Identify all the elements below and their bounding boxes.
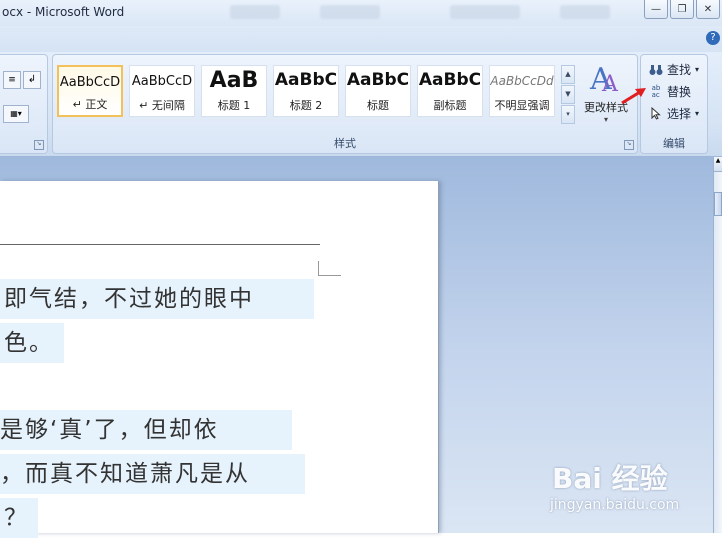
scrollbar-thumb[interactable]	[714, 192, 722, 216]
title-bar: ocx - Microsoft Word — ❐ ✕	[0, 0, 722, 27]
blurred-taskbar-item	[560, 5, 610, 19]
replace-icon: ab ac	[651, 83, 661, 99]
styles-gallery-scroll: ▲ ▼ ▾	[561, 65, 575, 124]
paragraph-mark-icon[interactable]: ↲	[23, 71, 41, 89]
borders-icon[interactable]: ▦▾	[3, 105, 29, 123]
chevron-up-icon: ▲	[565, 70, 571, 78]
style-sample: AaBbCcD	[131, 74, 193, 89]
style-sample: AaBbCcDd	[490, 74, 554, 88]
style-title[interactable]: AaBbC 标题	[345, 65, 411, 117]
help-icon[interactable]: ?	[706, 31, 720, 45]
style-heading-2[interactable]: AaBbC 标题 2	[273, 65, 339, 117]
styles-dialog-launcher-icon[interactable]: ↘	[624, 140, 634, 150]
style-name: 标题 2	[289, 99, 323, 112]
styles-group: AaBbCcD ↵ 正文 AaBbCcD ↵ 无间隔 AaB 标题 1 AaBb…	[52, 54, 638, 154]
scroll-up-button[interactable]: ▲	[714, 157, 722, 172]
header-rule	[0, 244, 320, 245]
dropdown-arrow-icon: ▾	[603, 115, 608, 124]
style-name: ↵ 正文	[72, 98, 108, 111]
dropdown-arrow-icon: ▾	[695, 65, 700, 74]
document-line: 即气结，不过她的眼中	[0, 279, 314, 319]
minimize-button[interactable]: —	[644, 0, 668, 19]
margin-corner-mark	[318, 261, 341, 276]
replace-button[interactable]: ab ac 替换	[649, 83, 691, 100]
gallery-up-button[interactable]: ▲	[561, 65, 575, 84]
paragraph-group: ≡ ↲ ▦▾ ↘	[0, 54, 48, 154]
select-label: 选择	[667, 107, 692, 121]
style-name: 副标题	[433, 99, 467, 112]
close-icon: ✕	[703, 3, 713, 15]
document-line: 是够‘真’了，但却依	[0, 410, 292, 450]
style-sample: AaBbC	[418, 70, 482, 90]
style-subtle-emphasis[interactable]: AaBbCcDd 不明显强调	[489, 65, 555, 117]
chevron-down-icon: ▼	[565, 90, 571, 98]
close-button[interactable]: ✕	[696, 0, 720, 19]
cursor-arrow-icon	[649, 107, 663, 121]
style-name: ↵ 无间隔	[139, 99, 185, 112]
annotation-arrow-icon	[621, 88, 646, 105]
editing-group: 查找 ▾ ab ac 替换 选择 ▾ 编辑	[640, 54, 708, 154]
dropdown-arrow-icon: ▾	[695, 109, 700, 118]
svg-text:A: A	[601, 72, 619, 95]
style-sample: AaB	[209, 68, 259, 93]
style-subtitle[interactable]: AaBbC 副标题	[417, 65, 483, 117]
gallery-down-button[interactable]: ▼	[561, 85, 575, 104]
watermark-url: jingyan.baidu.com	[550, 497, 680, 513]
style-name: 标题 1	[217, 99, 251, 112]
style-normal[interactable]: AaBbCcD ↵ 正文	[57, 65, 123, 117]
blurred-taskbar-item	[450, 5, 520, 19]
document-line: ，而真不知道萧凡是从	[0, 454, 305, 494]
style-sample: AaBbC	[346, 70, 410, 90]
gallery-more-button[interactable]: ▾	[561, 105, 575, 124]
blurred-taskbar-item	[320, 5, 380, 19]
document-line: 色。	[0, 323, 64, 363]
document-page[interactable]: 即气结，不过她的眼中 色。 是够‘真’了，但却依 ，而真不知道萧凡是从 ？	[0, 181, 439, 538]
document-line: ？	[0, 498, 38, 538]
line-spacing-icon[interactable]: ≡	[3, 71, 21, 89]
style-sample: AaBbCcD	[59, 75, 121, 90]
style-no-spacing[interactable]: AaBbCcD ↵ 无间隔	[129, 65, 195, 117]
ribbon-tab-row: ?	[0, 26, 722, 52]
replace-label: 替换	[667, 85, 692, 99]
ribbon: ≡ ↲ ▦▾ ↘ AaBbCcD ↵ 正文 AaBbCcD ↵ 无间隔 AaB …	[0, 52, 722, 157]
find-button[interactable]: 查找 ▾	[649, 61, 699, 78]
style-heading-1[interactable]: AaB 标题 1	[201, 65, 267, 117]
restore-button[interactable]: ❐	[670, 0, 694, 19]
editing-group-label: 编辑	[663, 137, 685, 150]
style-sample: AaBbC	[274, 70, 338, 90]
window-controls: — ❐ ✕	[644, 0, 720, 19]
find-label: 查找	[667, 63, 692, 77]
window-title: ocx - Microsoft Word	[2, 5, 125, 19]
dialog-launcher-icon[interactable]: ↘	[34, 140, 44, 150]
binoculars-icon	[649, 63, 663, 77]
watermark-logo: Bai 经验	[552, 462, 668, 495]
more-icon: ▾	[566, 110, 570, 118]
style-name: 不明显强调	[494, 99, 550, 112]
style-name: 标题	[367, 99, 389, 112]
select-button[interactable]: 选择 ▾	[649, 105, 699, 122]
blurred-taskbar-item	[230, 5, 280, 19]
minimize-icon: —	[651, 3, 661, 15]
styles-group-label: 样式	[334, 137, 356, 150]
restore-icon: ❐	[677, 3, 687, 15]
watermark: Bai 经验 jingyan.baidu.com	[530, 455, 720, 533]
